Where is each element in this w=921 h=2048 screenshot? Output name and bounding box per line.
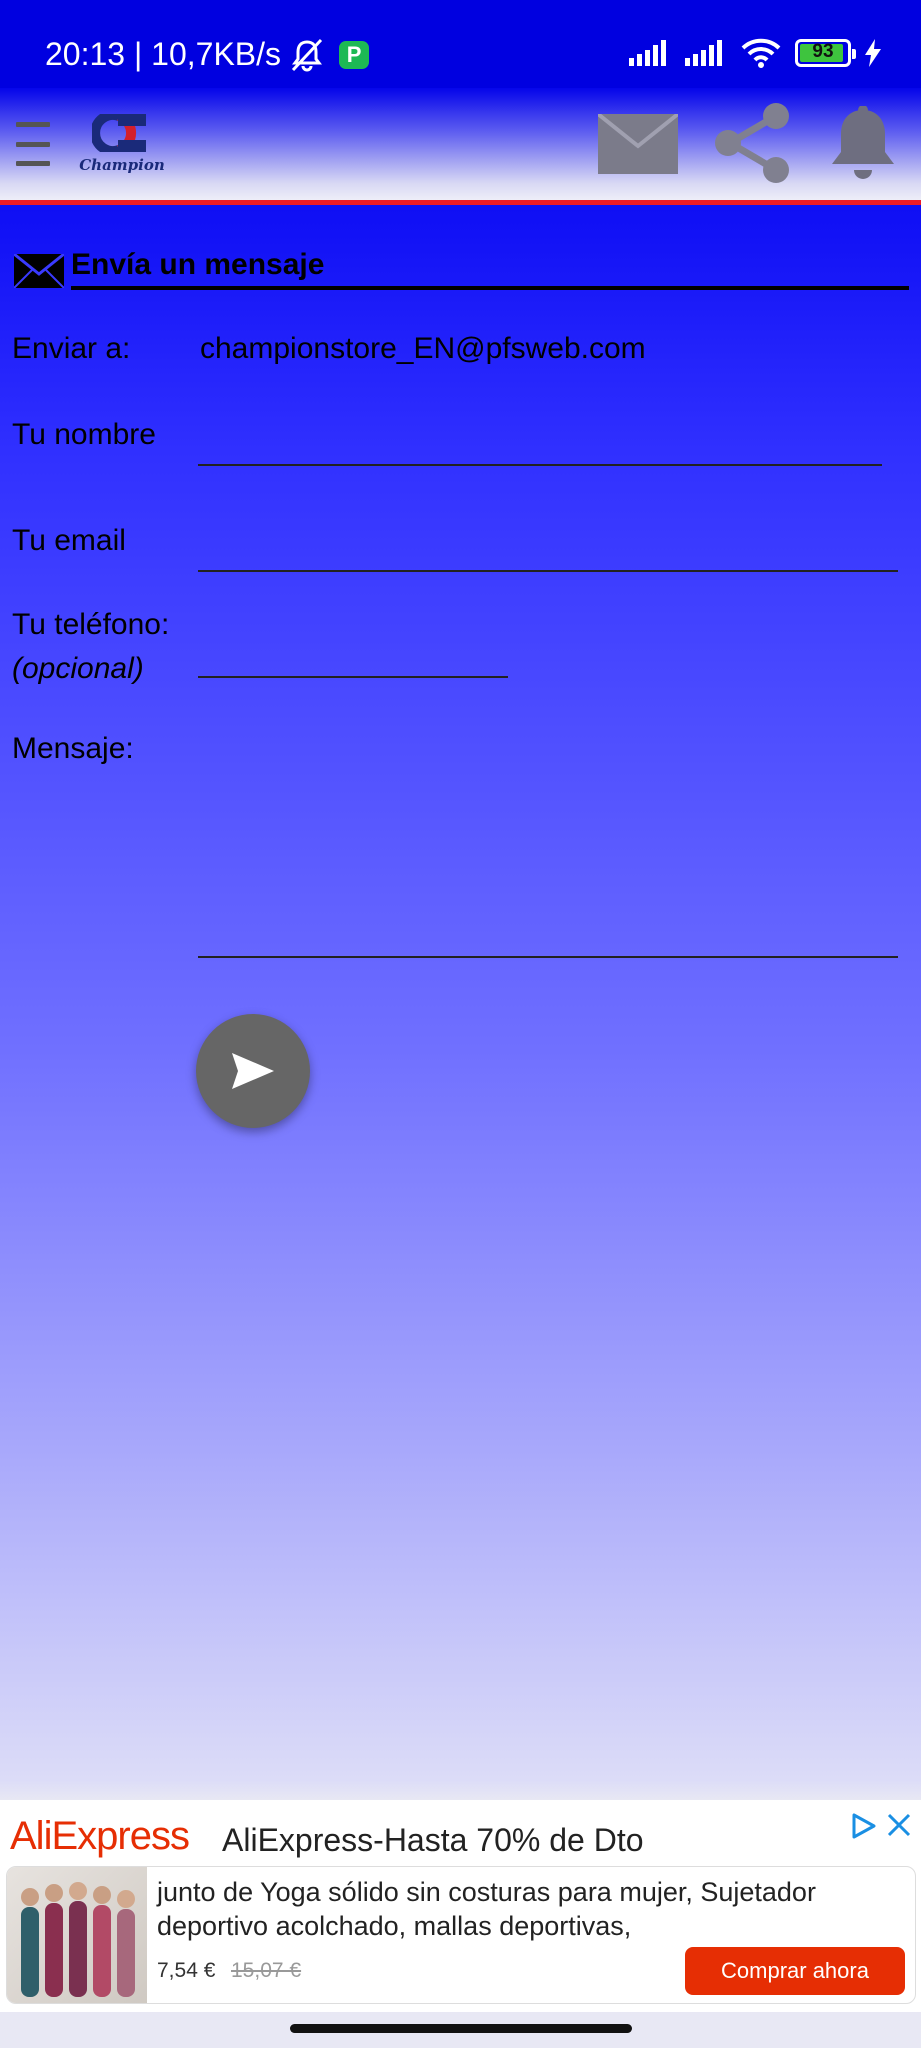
home-indicator[interactable] — [290, 2024, 632, 2033]
name-input[interactable] — [198, 418, 882, 466]
status-left: 20:13 | 10,7KB/s P — [45, 36, 370, 73]
email-label: Tu email — [12, 524, 126, 557]
p-app-icon: P — [339, 40, 370, 69]
send-arrow-icon — [232, 1053, 274, 1089]
envelope-icon — [14, 254, 64, 288]
signal-icon — [629, 40, 666, 66]
ad-brand-logo: AliExpress — [10, 1814, 190, 1858]
ad-product-image[interactable] — [7, 1867, 147, 2003]
battery-level: 93 — [812, 41, 834, 62]
ad-product-card[interactable]: junto de Yoga sólido sin costuras para m… — [6, 1866, 916, 2004]
battery-tip — [852, 49, 856, 59]
ad-banner[interactable]: AliExpress AliExpress-Hasta 70% de Dto j… — [0, 1800, 921, 2012]
phone-label: Tu teléfono: — [12, 608, 170, 641]
email-input[interactable] — [198, 524, 898, 572]
form-title: Envía un mensaje — [71, 248, 325, 281]
status-bar: 20:13 | 10,7KB/s P 93 — [0, 0, 921, 88]
adchoices-icon[interactable] — [850, 1812, 878, 1840]
share-icon[interactable] — [712, 102, 792, 184]
form-title-row: Envía un mensaje — [14, 248, 909, 290]
yoga-models-image — [21, 1882, 135, 1997]
champion-logo[interactable]: Champion — [70, 114, 174, 180]
name-label: Tu nombre — [12, 418, 156, 451]
message-textarea[interactable] — [198, 758, 898, 958]
logo-text: Champion — [79, 156, 165, 174]
status-right: 93 — [629, 38, 881, 68]
send-to-email: championstore_EN@pfsweb.com — [200, 332, 646, 365]
bell-icon[interactable] — [830, 106, 896, 182]
close-icon[interactable] — [886, 1812, 912, 1838]
wifi-icon — [741, 38, 781, 68]
champion-c-logo-icon — [92, 114, 146, 152]
menu-icon[interactable] — [16, 122, 50, 166]
ad-old-price: 15,07 € — [231, 1959, 302, 1982]
phone-optional-hint: (opcional) — [12, 652, 144, 685]
signal-icon-2 — [685, 40, 722, 66]
ad-headline[interactable]: AliExpress-Hasta 70% de Dto — [222, 1822, 644, 1859]
header-divider — [0, 200, 921, 205]
send-button[interactable] — [196, 1014, 310, 1128]
message-label: Mensaje: — [12, 732, 134, 765]
app-header: Champion — [0, 88, 921, 200]
ad-price: 7,54 € — [157, 1959, 216, 1982]
phone-input[interactable] — [198, 630, 508, 678]
ad-description[interactable]: junto de Yoga sólido sin costuras para m… — [157, 1875, 897, 1943]
send-to-label: Enviar a: — [12, 332, 131, 365]
bell-muted-icon — [291, 38, 323, 71]
buy-now-button[interactable]: Comprar ahora — [685, 1947, 905, 1995]
status-time-speed: 20:13 | 10,7KB/s — [45, 36, 282, 72]
battery-icon: 93 — [795, 39, 856, 67]
mail-icon[interactable] — [598, 114, 678, 174]
form-title-underline — [71, 286, 909, 290]
charging-bolt-icon — [865, 39, 881, 67]
